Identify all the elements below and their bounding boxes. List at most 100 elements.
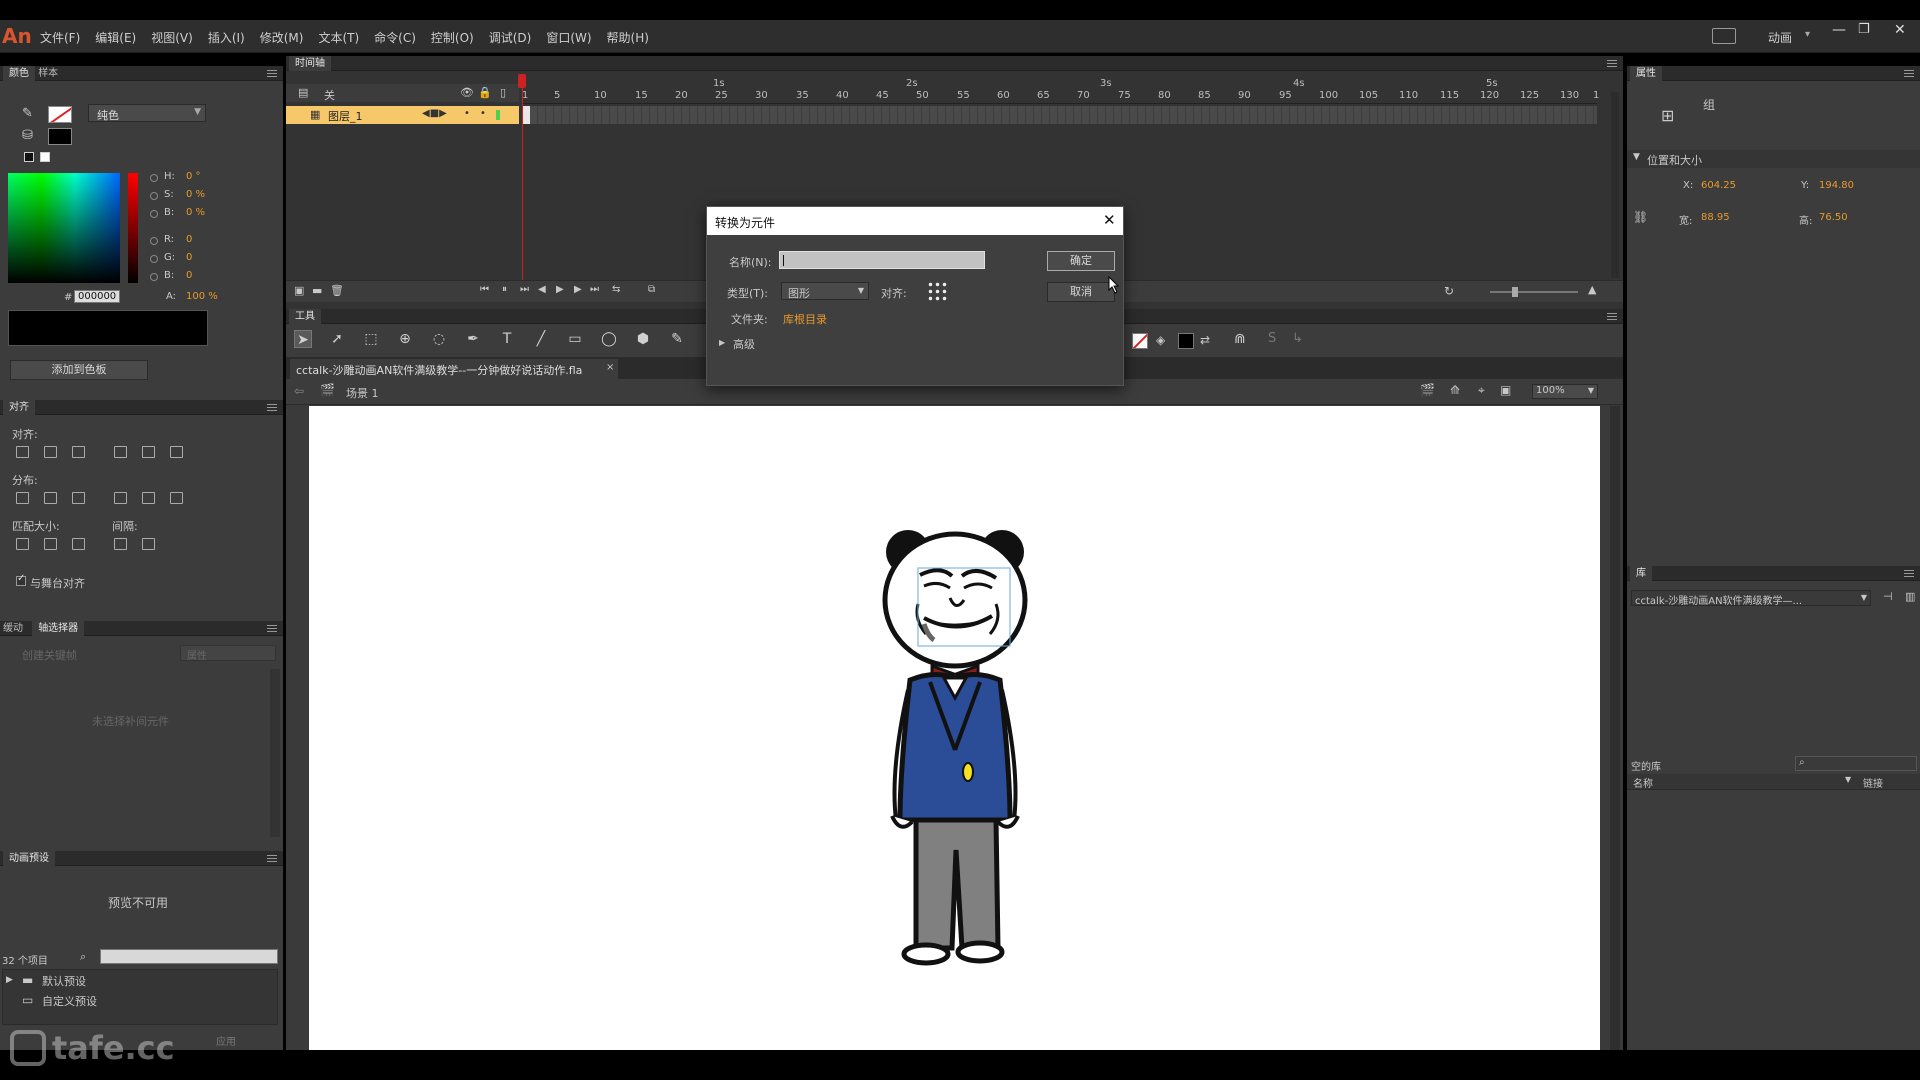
layer-row[interactable]: ▦ 图层_1 ◀■▶ • •: [286, 106, 519, 124]
add-to-swatches-button[interactable]: 添加到色板: [10, 360, 148, 380]
match-size-button[interactable]: [16, 538, 29, 550]
play-icon[interactable]: ▶: [556, 284, 564, 295]
timeline-zoom-thumb[interactable]: [1512, 287, 1518, 297]
smooth-icon[interactable]: S: [1268, 331, 1276, 346]
straighten-icon[interactable]: ↳: [1292, 331, 1303, 346]
oval-tool-icon[interactable]: ◯: [600, 330, 618, 348]
lock-icon[interactable]: 🔒: [478, 86, 492, 99]
tween-scrollbar[interactable]: [270, 669, 280, 837]
symbol-type-dropdown[interactable]: 图形 ▼: [781, 282, 869, 300]
menu-item[interactable]: 文件(F): [40, 29, 80, 45]
workspace-switcher[interactable]: 动画: [1768, 29, 1792, 46]
edit-symbol-icon[interactable]: ⟰: [1450, 383, 1460, 397]
brightness-slider[interactable]: [128, 173, 138, 283]
tab-axis-selector[interactable]: 轴选择器: [32, 621, 85, 636]
pin-icon[interactable]: ⊣: [1883, 590, 1893, 603]
first-frame-icon[interactable]: ⏮: [480, 284, 489, 295]
distribute-button[interactable]: [44, 492, 57, 504]
column-linkage[interactable]: 链接: [1863, 775, 1883, 790]
playhead[interactable]: [522, 74, 523, 280]
align-button[interactable]: [72, 446, 85, 458]
frames-grid[interactable]: [522, 106, 1597, 124]
playhead-handle[interactable]: [518, 74, 526, 88]
menu-item[interactable]: 命令(C): [374, 29, 416, 45]
frame-ruler[interactable]: 1s 2s 3s 4s 5s 1 5 10 15 20 25 30 35 40 45 50 55 60 65 70 75…: [522, 74, 1599, 104]
preset-folder-default[interactable]: 默认预设: [42, 973, 86, 989]
radio-button[interactable]: [150, 273, 158, 281]
timeline-zoom-slider[interactable]: [1490, 291, 1578, 293]
panel-menu-icon[interactable]: [267, 625, 277, 632]
3d-rotation-tool-icon[interactable]: ⊕: [396, 330, 414, 348]
rgb-value[interactable]: 0: [186, 270, 192, 281]
align-button[interactable]: [16, 446, 29, 458]
hex-input[interactable]: 000000: [74, 290, 120, 303]
swap-colors-tool-icon[interactable]: ⇄: [1200, 333, 1210, 347]
registration-grid-icon[interactable]: [927, 281, 947, 301]
center-stage-icon[interactable]: ⌖: [1478, 383, 1485, 398]
polystar-tool-icon[interactable]: ⬢: [634, 330, 652, 348]
menu-item[interactable]: 插入(I): [208, 29, 245, 45]
keyframe[interactable]: [522, 106, 530, 124]
close-tab-icon[interactable]: ×: [606, 362, 614, 373]
distribute-button[interactable]: [170, 492, 183, 504]
line-tool-icon[interactable]: ╱: [532, 330, 550, 348]
create-keyframe-checkbox[interactable]: 创建关键帧: [22, 647, 77, 663]
hsb-value[interactable]: 0 %: [186, 189, 205, 200]
menu-item[interactable]: 调试(D): [489, 29, 532, 45]
link-icon[interactable]: ⛓: [1633, 210, 1648, 224]
step-back-icon[interactable]: ⏭: [520, 284, 529, 295]
close-icon[interactable]: ✕: [1103, 211, 1116, 229]
property-dropdown[interactable]: 属性: [180, 645, 276, 662]
panel-menu-icon[interactable]: [267, 70, 277, 77]
menu-item[interactable]: 帮助(H): [607, 29, 649, 45]
panel-menu-icon[interactable]: [1607, 313, 1617, 320]
zoom-dropdown[interactable]: 100% ▼: [1532, 384, 1598, 399]
sort-arrow-icon[interactable]: ▼: [1845, 775, 1851, 784]
tab-color[interactable]: 颜色: [3, 66, 35, 81]
new-library-icon[interactable]: ▥: [1905, 590, 1915, 603]
prev-frame-icon[interactable]: ◀: [538, 284, 546, 295]
align-button[interactable]: [142, 446, 155, 458]
h-value[interactable]: 76.50: [1819, 212, 1848, 223]
layer-nav-icon[interactable]: ◀■▶: [422, 108, 447, 119]
workspace-dropdown-icon[interactable]: ▾: [1805, 29, 1810, 40]
onion-skin-icon[interactable]: ⧉: [648, 284, 655, 295]
distribute-button[interactable]: [114, 492, 127, 504]
no-color-icon[interactable]: [40, 152, 50, 162]
free-transform-tool-icon[interactable]: ⬚: [362, 330, 380, 348]
align-button[interactable]: [114, 446, 127, 458]
cancel-button[interactable]: 取消: [1047, 282, 1115, 302]
symbol-name-input[interactable]: [779, 251, 985, 269]
new-folder-icon[interactable]: ▬: [312, 284, 322, 297]
radio-button[interactable]: [150, 192, 158, 200]
panel-menu-icon[interactable]: [267, 404, 277, 411]
hsb-value[interactable]: 0 %: [186, 207, 205, 218]
swap-colors-icon[interactable]: [24, 152, 34, 162]
match-size-button[interactable]: [142, 538, 155, 550]
rectangle-tool-icon[interactable]: ▭: [566, 330, 584, 348]
apply-button[interactable]: 应用: [216, 1033, 236, 1048]
fill-color-swatch[interactable]: [48, 128, 72, 145]
fill-color-tool[interactable]: [1178, 333, 1194, 349]
menu-item[interactable]: 文本(T): [318, 29, 359, 45]
match-size-button[interactable]: [44, 538, 57, 550]
tab-swatches[interactable]: 样本: [38, 66, 64, 81]
last-frame-icon[interactable]: ⏭: [590, 284, 599, 295]
align-to-stage-checkbox[interactable]: ✓: [16, 573, 26, 586]
preset-search-input[interactable]: [100, 949, 278, 964]
eye-icon[interactable]: 👁: [460, 86, 474, 99]
menu-item[interactable]: 修改(M): [260, 29, 304, 45]
panda-character[interactable]: [870, 520, 1040, 970]
selection-tool-icon[interactable]: ➤: [294, 330, 312, 348]
expand-arrow-icon[interactable]: ▶: [719, 338, 725, 347]
panel-menu-icon[interactable]: [267, 855, 277, 862]
edit-scene-icon[interactable]: 🎬: [1420, 383, 1435, 397]
close-window-icon[interactable]: ✕: [1894, 22, 1906, 38]
alpha-value[interactable]: 100 %: [186, 291, 218, 302]
distribute-button[interactable]: [72, 492, 85, 504]
clip-stage-icon[interactable]: ▣: [1500, 383, 1511, 397]
rgb-value[interactable]: 0: [186, 234, 192, 245]
scene-name[interactable]: 场景 1: [346, 385, 379, 401]
paint-bucket-icon[interactable]: ◈: [1156, 333, 1165, 347]
radio-button[interactable]: [150, 255, 158, 263]
